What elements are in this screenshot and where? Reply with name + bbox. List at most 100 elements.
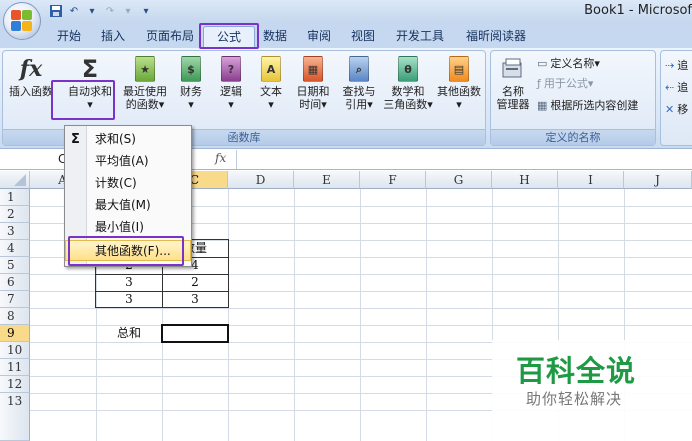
row-header-1[interactable]: 1 <box>0 189 30 206</box>
trace-precedents-icon: ⇢ <box>665 58 675 72</box>
create-from-selection-label: 根据所选内容创建 <box>550 99 639 112</box>
formulas-tab-highlight <box>199 23 259 49</box>
use-in-formula-icon: ƒ <box>537 76 541 90</box>
text-label: 文本 <box>260 85 282 98</box>
formula-auditing-group: ⇢ 追 ⇠ 追 ✕ 移 <box>660 50 692 146</box>
column-header-f[interactable]: F <box>360 171 426 189</box>
column-header-d[interactable]: D <box>228 171 294 189</box>
menu-item-average[interactable]: 平均值(A) <box>65 151 191 172</box>
more-functions-highlight <box>68 236 184 266</box>
math-trig-label-2: 三角函数▾ <box>383 98 433 111</box>
row-header-4[interactable]: 4 <box>0 240 30 257</box>
undo-dropdown-icon[interactable]: ▾ <box>84 3 100 19</box>
cell-b7[interactable]: 3 <box>96 291 162 308</box>
financial-book-icon: $ <box>181 56 201 82</box>
lookup-label: 查找与 <box>342 85 376 98</box>
column-header-g[interactable]: G <box>426 171 492 189</box>
row-header-7[interactable]: 7 <box>0 291 30 308</box>
cell-b6[interactable]: 3 <box>96 274 162 291</box>
financial-label: 财务 <box>180 85 202 98</box>
math-trig-label: 数学和 <box>391 85 425 98</box>
sigma-icon: Σ <box>81 54 99 83</box>
menu-item-sum[interactable]: Σ 求和(S) <box>65 129 191 150</box>
cell-c6[interactable]: 2 <box>162 274 228 291</box>
menu-item-max[interactable]: 最大值(M) <box>65 195 191 216</box>
row-header-2[interactable]: 2 <box>0 206 30 223</box>
column-header-j[interactable]: J <box>624 171 692 189</box>
tab-foxit-reader[interactable]: 福昕阅读器 <box>460 26 532 48</box>
trace-precedents-label: 追 <box>677 59 689 72</box>
row-header-10[interactable]: 10 <box>0 342 30 359</box>
recently-used-button[interactable]: ★ 最近使用 的函数▾ <box>119 55 171 111</box>
select-all-corner[interactable] <box>0 171 30 189</box>
window-title: Book1 - Microsof <box>584 3 692 18</box>
row-header-12[interactable]: 12 <box>0 376 30 393</box>
date-time-button[interactable]: ▦ 日期和 时间▾ <box>291 55 335 111</box>
trace-dependents-button[interactable]: ⇠ 追 <box>665 79 688 95</box>
column-header-e[interactable]: E <box>294 171 360 189</box>
customize-qat-icon[interactable]: ▾ <box>138 3 154 19</box>
row-header-3[interactable]: 3 <box>0 223 30 240</box>
formula-input[interactable] <box>236 150 692 169</box>
use-in-formula-label: 用于公式▾ <box>543 77 594 90</box>
tab-view[interactable]: 视图 <box>346 26 380 48</box>
row-header-11[interactable]: 11 <box>0 359 30 376</box>
title-bar: ↶ ▾ ↷ ▾ ▾ Book1 - Microsof <box>0 0 692 22</box>
name-manager-icon <box>500 55 526 83</box>
define-name-label: 定义名称▾ <box>550 57 600 70</box>
tab-home[interactable]: 开始 <box>52 26 86 48</box>
remove-arrows-label: 移 <box>677 103 689 116</box>
more-functions-book-icon: ▤ <box>449 56 469 82</box>
row-header-8[interactable]: 8 <box>0 308 30 325</box>
row-header-6[interactable]: 6 <box>0 274 30 291</box>
name-manager-button[interactable]: 名称 管理器 <box>493 55 533 111</box>
remove-arrows-button[interactable]: ✕ 移 <box>665 101 688 117</box>
logical-book-icon: ? <box>221 56 241 82</box>
column-header-i[interactable]: I <box>558 171 624 189</box>
watermark-subtitle: 助你轻松解决 <box>526 390 623 408</box>
active-cell-c9[interactable] <box>161 324 229 343</box>
more-functions-arrow-icon: ▾ <box>456 98 462 111</box>
column-header-h[interactable]: H <box>492 171 558 189</box>
office-button[interactable] <box>3 2 41 40</box>
row-header-9[interactable]: 9 <box>0 325 30 342</box>
recently-used-label: 最近使用 <box>123 85 167 98</box>
autosum-highlight <box>51 80 115 120</box>
cell-c7[interactable]: 3 <box>162 291 228 308</box>
tab-data[interactable]: 数据 <box>258 26 292 48</box>
use-in-formula-button[interactable]: ƒ 用于公式▾ <box>537 75 593 91</box>
row-header-5[interactable]: 5 <box>0 257 30 274</box>
remove-arrows-icon: ✕ <box>665 102 675 116</box>
insert-function-button[interactable]: fx 插入函数 <box>5 55 57 99</box>
lookup-label-2: 引用▾ <box>345 98 373 111</box>
fx-icon[interactable]: fx <box>215 151 226 165</box>
redo-icon[interactable]: ↷ <box>102 3 118 19</box>
lookup-book-icon: ⌕ <box>349 56 369 82</box>
logical-button[interactable]: ? 逻辑 ▾ <box>213 55 249 111</box>
trace-dependents-icon: ⇠ <box>665 80 675 94</box>
row-header-13[interactable]: 13 <box>0 393 30 441</box>
tab-insert[interactable]: 插入 <box>96 26 130 48</box>
trace-precedents-button[interactable]: ⇢ 追 <box>665 57 688 73</box>
cell-b9[interactable]: 总和 <box>96 325 162 342</box>
defined-names-group: 名称 管理器 ▭ 定义名称▾ ƒ 用于公式▾ ▦ 根据所选内容创建 定义的名称 <box>490 50 656 146</box>
text-button[interactable]: A 文本 ▾ <box>253 55 289 111</box>
more-functions-button[interactable]: ▤ 其他函数 ▾ <box>433 55 485 111</box>
define-name-button[interactable]: ▭ 定义名称▾ <box>537 55 600 71</box>
undo-icon[interactable]: ↶ <box>66 3 82 19</box>
math-book-icon: θ <box>398 56 418 82</box>
tab-review[interactable]: 审阅 <box>302 26 336 48</box>
financial-button[interactable]: $ 财务 ▾ <box>173 55 209 111</box>
ribbon-tabs: 开始 插入 页面布局 公式 数据 审阅 视图 开发工具 福昕阅读器 <box>0 22 692 48</box>
menu-item-count[interactable]: 计数(C) <box>65 173 191 194</box>
tab-page-layout[interactable]: 页面布局 <box>140 26 200 48</box>
math-trig-button[interactable]: θ 数学和 三角函数▾ <box>383 55 433 111</box>
name-manager-label-2: 管理器 <box>496 98 530 111</box>
save-icon[interactable] <box>48 3 64 19</box>
lookup-reference-button[interactable]: ⌕ 查找与 引用▾ <box>337 55 381 111</box>
menu-item-min[interactable]: 最小值(I) <box>65 217 191 238</box>
redo-dropdown-icon[interactable]: ▾ <box>120 3 136 19</box>
tab-developer[interactable]: 开发工具 <box>390 26 450 48</box>
create-from-selection-button[interactable]: ▦ 根据所选内容创建 <box>537 97 638 113</box>
text-book-icon: A <box>261 56 281 82</box>
